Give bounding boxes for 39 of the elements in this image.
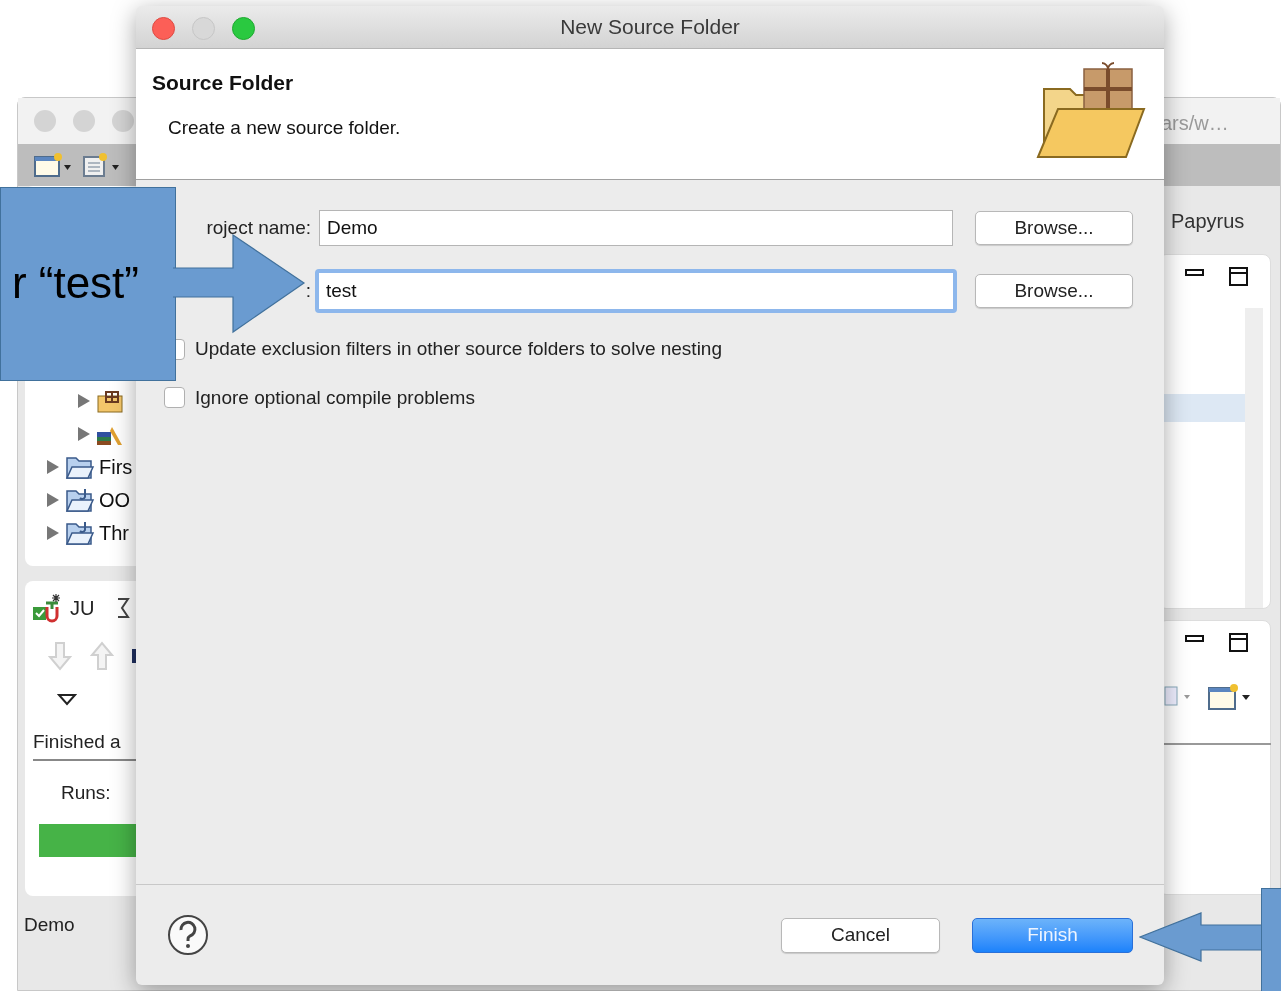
callout-text: r “test” [11, 257, 139, 309]
page-description: Create a new source folder. [167, 115, 401, 140]
checkbox-label[interactable]: Update exclusion filters in other source folders to solve nesting [195, 335, 722, 364]
collapsed-arrow-icon[interactable] [45, 524, 61, 541]
maximize-icon[interactable] [1228, 266, 1250, 288]
checkbox-label[interactable]: Ignore optional compile problems [195, 383, 475, 412]
junit-tab[interactable]: JU [70, 593, 95, 623]
tree-item[interactable]: OO [99, 484, 131, 515]
junit-icon[interactable] [32, 593, 62, 623]
folder-icon [65, 486, 95, 513]
maximize-icon[interactable] [1228, 632, 1250, 654]
browse-button[interactable]: Browse... [975, 211, 1133, 245]
cancel-button[interactable]: Cancel [781, 917, 940, 953]
browse-button[interactable]: Browse... [975, 274, 1133, 308]
tree-item[interactable]: Firs [99, 451, 133, 482]
collapsed-arrow-icon[interactable] [45, 458, 61, 475]
status-text: Demo [24, 913, 75, 937]
help-icon[interactable] [167, 914, 209, 956]
field-label: roject name: [205, 215, 312, 240]
new-window-icon[interactable] [34, 152, 72, 178]
dialog-title: New Source Folder [560, 14, 740, 41]
checkbox[interactable] [164, 387, 185, 409]
console-icon[interactable] [116, 597, 133, 619]
new-file-icon[interactable] [82, 152, 120, 178]
tree-item[interactable]: Thr [99, 517, 129, 548]
collapsed-arrow-icon[interactable] [76, 392, 92, 409]
text-field[interactable]: test [315, 269, 957, 313]
runs-label: Runs: [61, 781, 111, 805]
close-button[interactable] [152, 17, 175, 40]
text-field[interactable]: Demo [319, 210, 953, 246]
page-heading: Source Folder [152, 70, 295, 96]
scrollbar[interactable] [1245, 308, 1263, 608]
perspective-tab[interactable]: Papyrus [1171, 206, 1245, 236]
view-menu-icon[interactable] [57, 693, 77, 707]
field-label: : [304, 278, 312, 303]
new-window-icon[interactable] [1208, 682, 1252, 712]
collapsed-arrow-icon[interactable] [45, 491, 61, 508]
folder-icon [65, 519, 95, 546]
collapsed-arrow-icon[interactable] [76, 425, 92, 442]
